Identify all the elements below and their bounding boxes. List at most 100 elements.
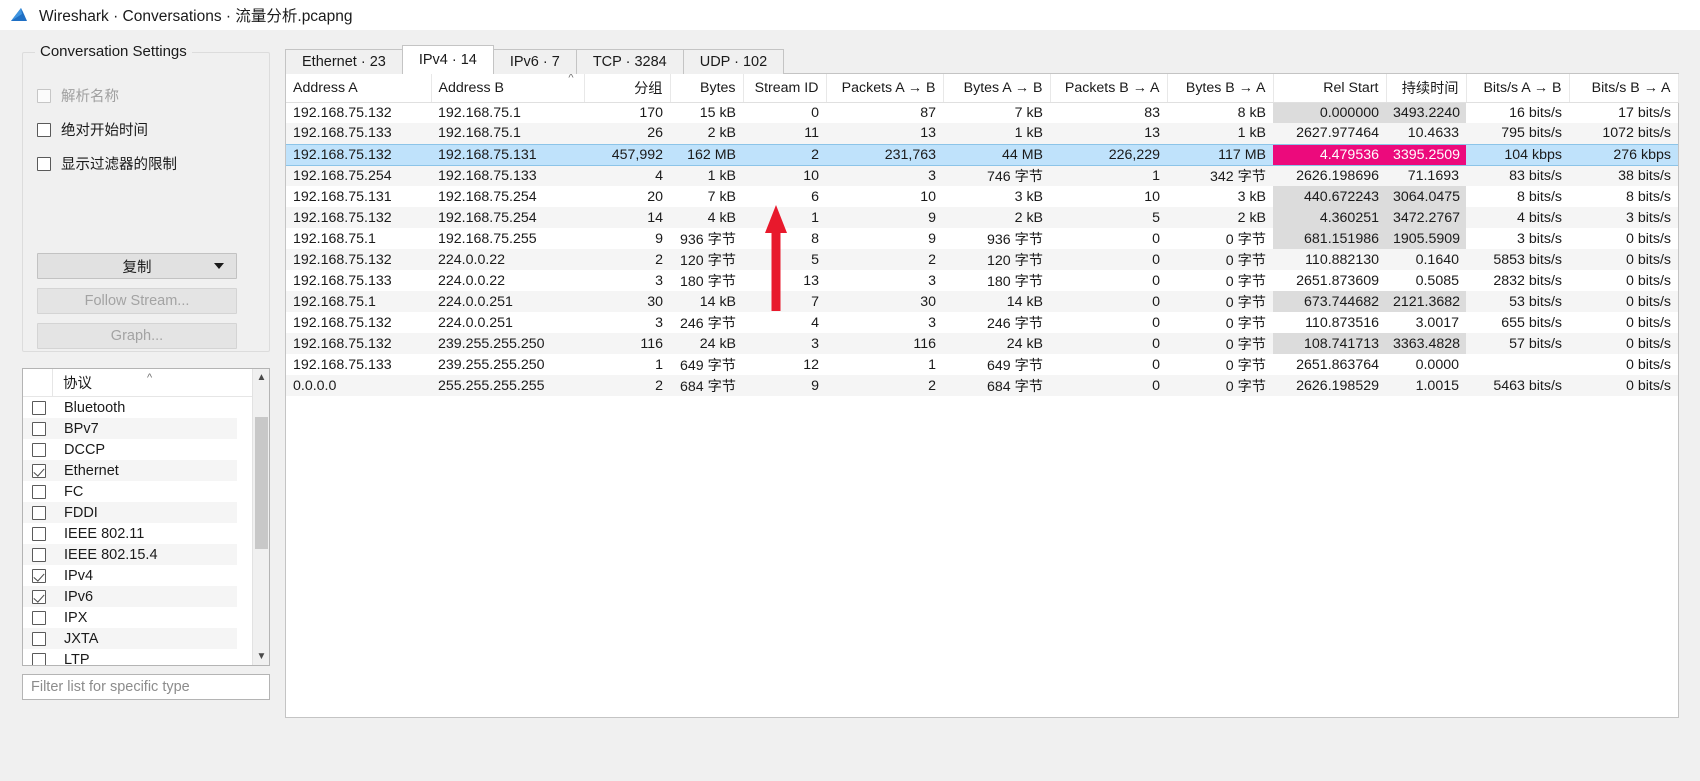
table-row[interactable]: 192.168.75.132 224.0.0.251 3 246 字节 4 3 246 字节…	[286, 312, 1678, 333]
protocol-checkbox[interactable]	[32, 442, 46, 457]
graph-button[interactable]: Graph...	[37, 323, 237, 349]
tab-ipv6[interactable]: IPv6 · 7	[492, 49, 577, 74]
column-header[interactable]: Bytes B → A	[1167, 74, 1274, 103]
table-cell: 0 bits/s	[1626, 272, 1671, 289]
table-cell: 276 kbps	[1569, 143, 1678, 166]
protocol-list-item[interactable]: IEEE 802.15.4	[23, 544, 237, 565]
protocol-checkbox[interactable]	[32, 526, 46, 541]
table-row[interactable]: 192.168.75.133 239.255.255.250 1 649 字节 12 1 6…	[286, 354, 1678, 375]
table-cell: 16 bits/s	[1509, 104, 1562, 121]
protocol-list-item[interactable]: IEEE 802.11	[23, 523, 237, 544]
column-header[interactable]: 持续时间	[1386, 74, 1467, 103]
table-cell: 936 字节	[680, 231, 736, 248]
table-cell: 0 bits/s	[1626, 335, 1671, 352]
protocol-list-item[interactable]: Ethernet	[23, 460, 237, 481]
graph-button-label: Graph...	[110, 328, 164, 344]
column-header[interactable]: Packets A → B	[826, 74, 944, 103]
table-cell: 20	[647, 188, 663, 205]
protocol-list-item[interactable]: FC	[23, 481, 237, 502]
column-header[interactable]: Stream ID	[743, 74, 827, 103]
table-cell: 120 字节	[680, 252, 736, 269]
column-header[interactable]: Rel Start	[1273, 74, 1387, 103]
column-header[interactable]: Address B ^	[431, 74, 585, 103]
checkbox-absolute-start-time[interactable]	[37, 122, 51, 137]
protocol-list-item[interactable]: BPv7	[23, 418, 237, 439]
tab-udp[interactable]: UDP · 102	[682, 49, 785, 74]
table-row[interactable]: 0.0.0.0 255.255.255.255 2 684 字节 9 2 684 字节 0 0 …	[286, 375, 1678, 396]
table-row[interactable]: 192.168.75.1 192.168.75.255 9 936 字节 8 9 936 字…	[286, 228, 1678, 249]
table-cell: 936 字节	[987, 231, 1043, 248]
column-header[interactable]: Bits/s A → B	[1466, 74, 1570, 103]
table-row[interactable]: 192.168.75.254 192.168.75.133 4 1 kB 10 3 746 …	[286, 165, 1678, 186]
table-cell: 5853 bits/s	[1493, 251, 1562, 268]
table-cell: 226,229	[1050, 143, 1167, 166]
checkbox-row-limit-to-display-filter[interactable]: 显示过滤器的限制	[37, 153, 177, 174]
column-header[interactable]: Packets B → A	[1050, 74, 1168, 103]
scrollbar-thumb[interactable]	[255, 417, 268, 549]
table-row[interactable]: 192.168.75.1 224.0.0.251 30 14 kB 7 30 14 kB 0 0…	[286, 291, 1678, 312]
tab-tcp[interactable]: TCP · 3284	[575, 49, 684, 74]
protocol-list-item[interactable]: JXTA	[23, 628, 237, 649]
protocol-checkbox[interactable]	[32, 421, 46, 436]
protocol-list-scrollbar[interactable]: ▲ ▼	[252, 369, 269, 665]
table-cell: 673.744682	[1273, 291, 1386, 312]
table-row[interactable]: 192.168.75.132 239.255.255.250 116 24 kB 3 11…	[286, 333, 1678, 354]
protocol-checkbox[interactable]	[32, 547, 46, 562]
protocol-checkbox[interactable]	[32, 568, 46, 583]
tab-ipv4[interactable]: IPv4 · 14	[401, 45, 494, 74]
column-header[interactable]: 分组	[584, 74, 671, 103]
checkbox-resolve-names[interactable]	[37, 88, 51, 103]
protocol-checkbox[interactable]	[32, 652, 46, 665]
protocol-list[interactable]: Bluetooth BPv7 DCCP Ethernet FC FDDI IEEE 802.…	[23, 397, 237, 665]
title-bar: Wireshark · Conversations · 流量分析.pcapng	[0, 0, 1700, 30]
checkbox-row-absolute-start-time[interactable]: 绝对开始时间	[37, 119, 148, 140]
column-header[interactable]: Bytes A → B	[943, 74, 1051, 103]
copy-button[interactable]: 复制	[37, 253, 237, 279]
table-row[interactable]: 192.168.75.131 192.168.75.254 20 7 kB 6 10 3 k…	[286, 186, 1678, 207]
protocol-list-item[interactable]: LTP	[23, 649, 237, 665]
table-row[interactable]: 192.168.75.132 192.168.75.131 457,992 162 M…	[286, 143, 1678, 166]
protocol-list-item[interactable]: FDDI	[23, 502, 237, 523]
table-cell: 24 kB	[699, 335, 736, 352]
table-cell: 2	[655, 251, 663, 268]
table-cell: 3472.2767	[1386, 207, 1466, 228]
protocol-filter-input[interactable]: Filter list for specific type	[22, 674, 270, 700]
protocol-checkbox[interactable]	[32, 610, 46, 625]
tab-bar: Ethernet · 23 IPv4 · 14 IPv6 · 7 TCP · 3284…	[285, 45, 785, 74]
follow-stream-button[interactable]: Follow Stream...	[37, 288, 237, 314]
column-header[interactable]: Bits/s B → A	[1569, 74, 1679, 103]
copy-button-label: 复制	[122, 259, 152, 276]
protocol-list-item[interactable]: DCCP	[23, 439, 237, 460]
column-header[interactable]: Address A	[286, 74, 432, 103]
protocol-list-item[interactable]: IPv4	[23, 565, 237, 586]
table-cell: 0 字节	[1225, 378, 1266, 395]
table-row[interactable]: 192.168.75.132 224.0.0.22 2 120 字节 5 2 120 字节 0…	[286, 249, 1678, 270]
protocol-checkbox[interactable]	[32, 505, 46, 520]
protocol-list-header[interactable]: 协议 ^	[23, 369, 269, 397]
protocol-checkbox[interactable]	[32, 484, 46, 499]
table-cell: 239.255.255.250	[438, 356, 545, 373]
table-row[interactable]: 192.168.75.133 192.168.75.1 26 2 kB 11 13 1 kB…	[286, 123, 1678, 144]
protocol-list-item[interactable]: Bluetooth	[23, 397, 237, 418]
column-header[interactable]: Bytes	[670, 74, 744, 103]
protocol-list-item[interactable]: IPv6	[23, 586, 237, 607]
table-cell: 192.168.75.132	[293, 209, 392, 226]
table-row[interactable]: 192.168.75.132 192.168.75.254 14 4 kB 1 9 2 kB…	[286, 207, 1678, 228]
table-row[interactable]: 192.168.75.132 192.168.75.1 170 15 kB 0 87 7 k…	[286, 102, 1678, 123]
protocol-checkbox[interactable]	[32, 400, 46, 415]
protocol-checkbox[interactable]	[32, 463, 46, 478]
protocol-checkbox[interactable]	[32, 631, 46, 646]
checkbox-row-resolve-names[interactable]: 解析名称	[37, 85, 119, 106]
checkbox-limit-to-display-filter[interactable]	[37, 156, 51, 171]
protocol-list-item[interactable]: IPX	[23, 607, 237, 628]
chevron-up-icon[interactable]: ▲	[253, 369, 270, 386]
table-row[interactable]: 192.168.75.133 224.0.0.22 3 180 字节 13 3 180 字节…	[286, 270, 1678, 291]
table-body[interactable]: 192.168.75.132 192.168.75.1 170 15 kB 0 87 7 k…	[286, 102, 1678, 396]
protocol-checkbox[interactable]	[32, 589, 46, 604]
table-cell: 162 MB	[670, 143, 743, 166]
tab-ethernet[interactable]: Ethernet · 23	[285, 49, 403, 74]
table-cell: 108.741713	[1273, 333, 1386, 354]
chevron-down-icon[interactable]	[214, 263, 224, 269]
chevron-down-icon[interactable]: ▼	[253, 648, 270, 665]
table-cell: 3363.4828	[1386, 333, 1466, 354]
